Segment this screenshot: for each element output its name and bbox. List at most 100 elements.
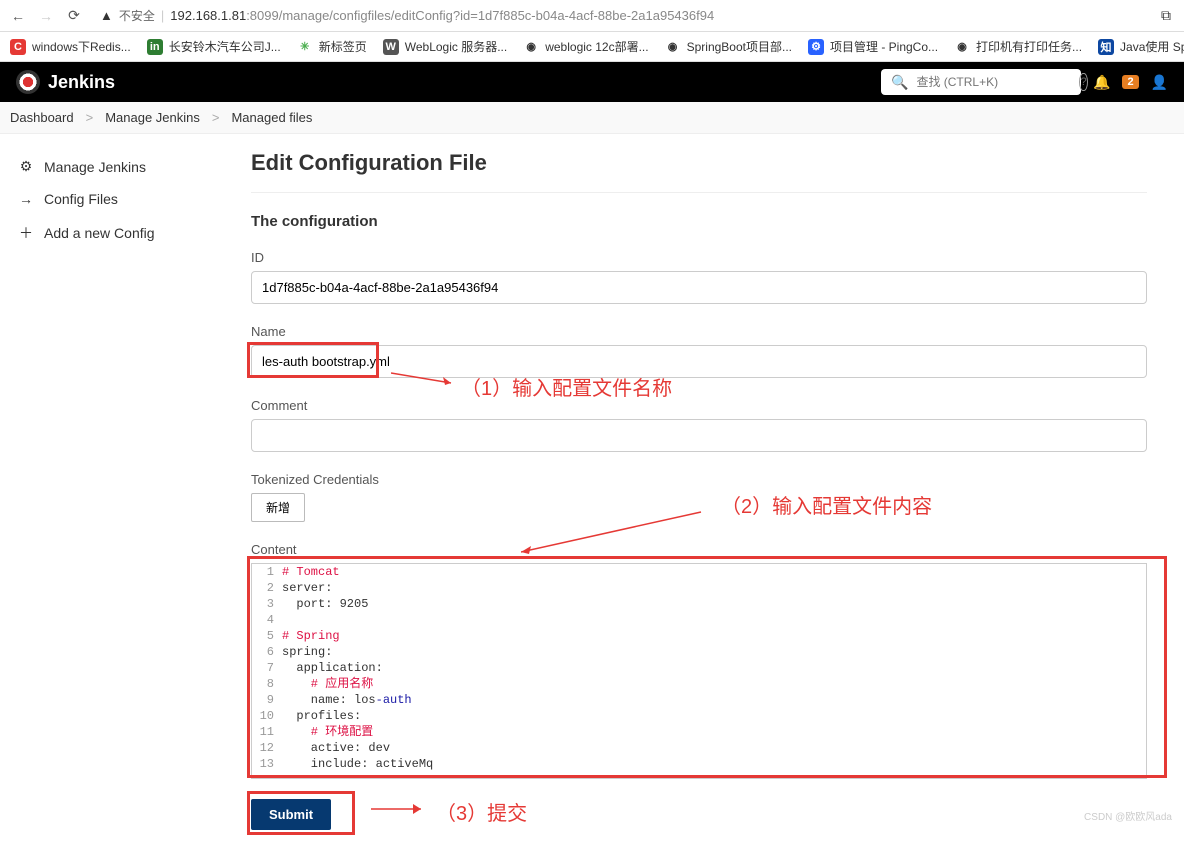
line-number: 3: [252, 596, 282, 612]
annotation-text-3: （3）提交: [436, 797, 527, 826]
breadcrumb-link[interactable]: Managed files: [231, 110, 312, 125]
code-line[interactable]: 3 port: 9205: [252, 596, 1146, 612]
line-number: 7: [252, 660, 282, 676]
code-line[interactable]: 11 # 环境配置: [252, 724, 1146, 740]
code-text: port: 9205: [282, 596, 1146, 612]
main-content: Edit Configuration File The configuratio…: [235, 134, 1175, 854]
sidebar-item[interactable]: ＋Add a new Config: [10, 215, 225, 251]
annotation-arrow-2: [521, 504, 711, 554]
bookmark-item[interactable]: in长安铃木汽车公司J...: [147, 38, 281, 55]
bookmark-label: WebLogic 服务器...: [405, 38, 507, 55]
code-text: # Tomcat: [282, 564, 1146, 580]
reload-button[interactable]: ⟳: [64, 6, 84, 26]
bookmark-item[interactable]: ✳新标签页: [297, 38, 367, 55]
extension-icon[interactable]: ⧉: [1156, 6, 1176, 26]
search-help-icon[interactable]: ?: [1079, 73, 1087, 91]
line-number: 9: [252, 692, 282, 708]
code-line[interactable]: 9 name: los-auth: [252, 692, 1146, 708]
bookmark-item[interactable]: 知 Java使用 Springbo...: [1098, 38, 1184, 55]
plus-icon: ＋: [18, 223, 34, 243]
comment-input[interactable]: [251, 419, 1147, 452]
breadcrumb-link[interactable]: Dashboard: [10, 110, 74, 125]
bookmark-item[interactable]: ⚙项目管理 - PingCo...: [808, 38, 938, 55]
bookmark-favicon: ◉: [665, 39, 681, 55]
back-button[interactable]: ←: [8, 6, 28, 26]
code-text: spring:: [282, 644, 1146, 660]
code-text: # 环境配置: [282, 724, 1146, 740]
code-line[interactable]: 4: [252, 612, 1146, 628]
bookmark-favicon: ◉: [523, 39, 539, 55]
page-title: Edit Configuration File: [251, 150, 1147, 176]
bookmark-item[interactable]: ◉ SpringBoot项目部...: [665, 38, 792, 55]
line-number: 13: [252, 756, 282, 772]
code-text: # Spring: [282, 628, 1146, 644]
bell-icon[interactable]: 🔔: [1093, 74, 1110, 91]
line-number: 4: [252, 612, 282, 628]
bookmark-favicon: ◉: [954, 39, 970, 55]
bookmark-label: Java使用 Springbo...: [1120, 38, 1184, 55]
line-number: 5: [252, 628, 282, 644]
bookmarks-bar: Cwindows下Redis... in长安铃木汽车公司J... ✳新标签页 WWeb…: [0, 32, 1184, 62]
sidebar-item[interactable]: ⚙Manage Jenkins: [10, 150, 225, 183]
code-line[interactable]: 7 application:: [252, 660, 1146, 676]
address-bar[interactable]: ▲ 不安全 | 192.168.1.81:8099/manage/configf…: [92, 3, 1148, 28]
browser-nav-bar: ← → ⟳ ▲ 不安全 | 192.168.1.81:8099/manage/c…: [0, 0, 1184, 32]
sidebar: ⚙Manage Jenkins→Config Files＋Add a new C…: [0, 134, 235, 854]
comment-label: Comment: [251, 398, 1147, 413]
tokenized-label: Tokenized Credentials: [251, 472, 1147, 487]
bookmark-item[interactable]: Cwindows下Redis...: [10, 38, 131, 55]
code-text: active: dev: [282, 740, 1146, 756]
security-warning-text: 不安全: [119, 7, 155, 24]
line-number: 1: [252, 564, 282, 580]
submit-button[interactable]: Submit: [251, 799, 331, 830]
breadcrumb-separator: >: [86, 110, 94, 125]
annotation-text-1: （1）输入配置文件名称: [461, 372, 672, 401]
code-text: application:: [282, 660, 1146, 676]
bookmark-item[interactable]: ◉打印机有打印任务...: [954, 38, 1082, 55]
code-line[interactable]: 6spring:: [252, 644, 1146, 660]
breadcrumb-link[interactable]: Manage Jenkins: [105, 110, 200, 125]
line-number: 2: [252, 580, 282, 596]
user-icon[interactable]: 👤: [1151, 74, 1168, 91]
gear-icon: ⚙: [18, 158, 34, 175]
bookmark-favicon: in: [147, 39, 163, 55]
search-input[interactable]: [916, 75, 1071, 89]
bookmark-favicon: C: [10, 39, 26, 55]
code-editor[interactable]: 1# Tomcat2server:3 port: 920545# Spring6…: [251, 563, 1147, 779]
security-warning-icon: ▲: [100, 8, 113, 23]
line-number: 12: [252, 740, 282, 756]
code-line[interactable]: 10 profiles:: [252, 708, 1146, 724]
search-box[interactable]: 🔍 ?: [881, 69, 1081, 95]
code-line[interactable]: 13 include: activeMq: [252, 756, 1146, 772]
line-number: 10: [252, 708, 282, 724]
jenkins-logo[interactable]: Jenkins: [16, 70, 115, 94]
code-line[interactable]: 8 # 应用名称: [252, 676, 1146, 692]
code-text: [282, 612, 1146, 628]
id-label: ID: [251, 250, 1147, 265]
code-line[interactable]: 12 active: dev: [252, 740, 1146, 756]
bookmark-favicon: 知: [1098, 39, 1114, 55]
arrow-icon: →: [18, 191, 34, 207]
notification-badge[interactable]: 2: [1122, 75, 1138, 89]
forward-button[interactable]: →: [36, 6, 56, 26]
jenkins-logo-icon: [16, 70, 40, 94]
url-path: :8099/manage/configfiles/editConfig?id=1…: [246, 8, 714, 23]
url-separator: |: [161, 8, 164, 23]
line-number: 8: [252, 676, 282, 692]
name-input[interactable]: [251, 345, 1147, 378]
code-text: profiles:: [282, 708, 1146, 724]
code-text: include: activeMq: [282, 756, 1146, 772]
url-host: 192.168.1.81: [170, 8, 246, 23]
sidebar-item[interactable]: →Config Files: [10, 183, 225, 215]
code-line[interactable]: 5# Spring: [252, 628, 1146, 644]
search-icon: 🔍: [891, 74, 908, 91]
bookmark-label: weblogic 12c部署...: [545, 38, 648, 55]
jenkins-header: Jenkins 🔍 ? 🔔 2 👤: [0, 62, 1184, 102]
bookmark-item[interactable]: WWebLogic 服务器...: [383, 38, 507, 55]
code-line[interactable]: 1# Tomcat: [252, 564, 1146, 580]
id-input[interactable]: [251, 271, 1147, 304]
bookmark-label: SpringBoot项目部...: [687, 38, 792, 55]
bookmark-item[interactable]: ◉ weblogic 12c部署...: [523, 38, 648, 55]
code-line[interactable]: 2server:: [252, 580, 1146, 596]
add-credential-button[interactable]: 新增: [251, 493, 305, 522]
